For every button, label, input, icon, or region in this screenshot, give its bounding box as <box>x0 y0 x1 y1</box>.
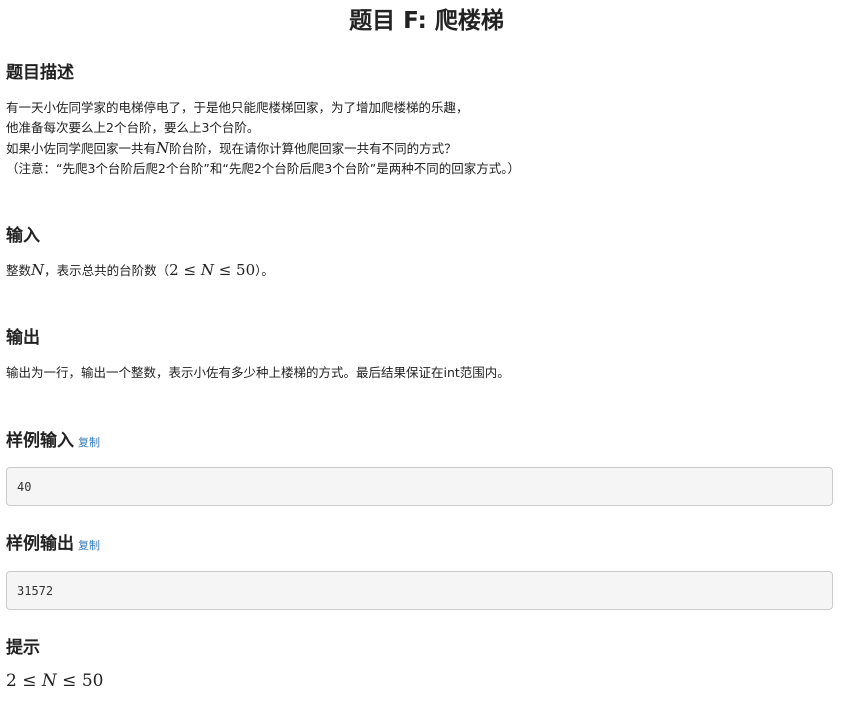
output-body: 输出为一行，输出一个整数，表示小佐有多少种上楼梯的方式。最后结果保证在int范围… <box>6 365 510 380</box>
sample-output-heading: 样例输出 复制 <box>6 534 100 554</box>
description-line-1: 有一天小佐同学家的电梯停电了，于是他只能爬楼梯回家，为了增加爬楼梯的乐趣， <box>6 100 469 115</box>
math-range: 2 ≤ N ≤ 50 <box>169 261 256 279</box>
description-line-3: 如果小佐同学爬回家一共有N阶台阶，现在请你计算他爬回家一共有不同的方式？ <box>6 138 520 159</box>
hint-heading: 提示 <box>6 638 40 658</box>
math-var-n: N <box>31 261 45 279</box>
description-line-3-post: 阶台阶，现在请你计算他爬回家一共有不同的方式？ <box>169 141 457 156</box>
sample-input-box[interactable]: 40 <box>6 467 833 506</box>
input-text-post: ）。 <box>255 263 274 278</box>
copy-sample-output-link[interactable]: 复制 <box>78 539 100 552</box>
input-body: 整数N，表示总共的台阶数（2 ≤ N ≤ 50）。 <box>6 260 274 281</box>
description-line-2: 他准备每次要么上2个台阶，要么上3个台阶。 <box>6 120 260 135</box>
math-var-n: N <box>156 139 170 157</box>
input-heading: 输入 <box>6 226 40 246</box>
description-line-3-pre: 如果小佐同学爬回家一共有 <box>6 141 157 156</box>
input-text-pre: 整数 <box>6 263 32 278</box>
copy-sample-input-link[interactable]: 复制 <box>78 436 100 449</box>
description-line-4: （注意：“先爬3个台阶后爬2个台阶”和“先爬2个台阶后爬3个台阶”是两种不同的回… <box>6 161 520 176</box>
sample-output-box[interactable]: 31572 <box>6 571 833 610</box>
sample-input-heading: 样例输入 复制 <box>6 431 100 451</box>
problem-page: 题目 F: 爬楼梯 题目描述 有一天小佐同学家的电梯停电了，于是他只能爬楼梯回家… <box>0 0 853 704</box>
hint-math: 2 ≤ N ≤ 50 <box>6 671 104 691</box>
output-heading: 输出 <box>6 328 40 348</box>
description-body: 有一天小佐同学家的电梯停电了，于是他只能爬楼梯回家，为了增加爬楼梯的乐趣， 他准… <box>6 98 520 179</box>
problem-title: 题目 F: 爬楼梯 <box>349 8 504 34</box>
input-text-mid: ，表示总共的台阶数（ <box>44 263 170 278</box>
description-heading: 题目描述 <box>6 63 74 83</box>
